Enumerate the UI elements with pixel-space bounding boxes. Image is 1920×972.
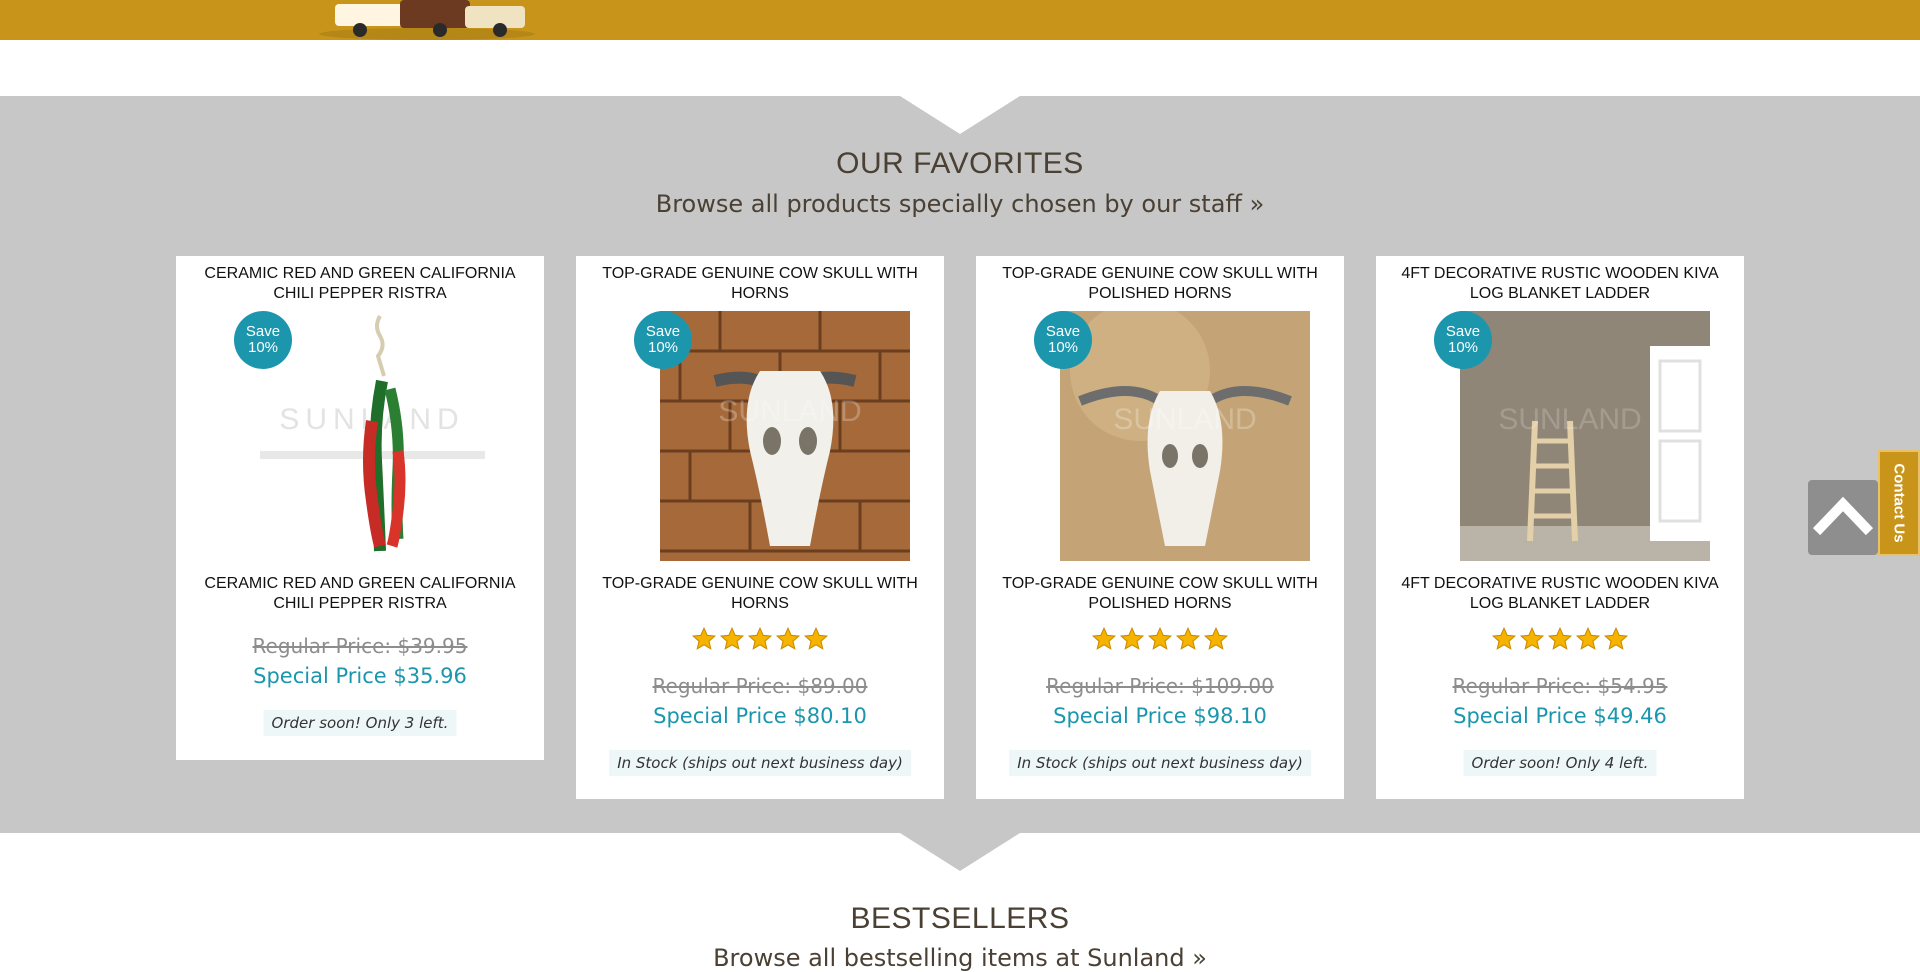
star-icon	[691, 626, 717, 650]
header-bar	[0, 0, 1920, 40]
star-icon	[1547, 626, 1573, 650]
star-icon	[747, 626, 773, 650]
star-icon	[1119, 626, 1145, 650]
product-card[interactable]: TOP-GRADE GENUINE COW SKULL WITH POLISHE…	[976, 256, 1344, 799]
special-price: Special Price $49.46	[1453, 704, 1667, 728]
section-notch	[900, 833, 1020, 871]
product-image[interactable]: SUNLAND	[260, 311, 510, 561]
regular-price: Regular Price: $109.00	[1046, 674, 1274, 698]
badge-label: Save	[1045, 323, 1081, 340]
product-card[interactable]: CERAMIC RED AND GREEN CALIFORNIA CHILI P…	[176, 256, 544, 760]
bestsellers-browse-link[interactable]: Browse all bestselling items at Sunland …	[0, 944, 1920, 972]
star-icon	[775, 626, 801, 650]
product-card[interactable]: TOP-GRADE GENUINE COW SKULL WITH HORNS S…	[576, 256, 944, 799]
regular-price: Regular Price: $39.95	[252, 634, 468, 658]
badge-percent: 10%	[647, 339, 679, 356]
contact-us-tab[interactable]: Contact Us	[1878, 450, 1920, 556]
save-badge: Save 10%	[1034, 311, 1092, 369]
scroll-to-top-button[interactable]	[1808, 480, 1878, 555]
badge-percent: 10%	[1447, 339, 1479, 356]
regular-price: Regular Price: $54.95	[1452, 674, 1668, 698]
special-price: Special Price $80.10	[653, 704, 867, 728]
product-title-link[interactable]: TOP-GRADE GENUINE COW SKULL WITH POLISHE…	[990, 264, 1330, 304]
contact-us-label: Contact Us	[1890, 463, 1908, 543]
favorites-title: OUR FAVORITES	[836, 147, 1084, 180]
chevron-up-icon	[1812, 496, 1874, 536]
product-name[interactable]: 4FT DECORATIVE RUSTIC WOODEN KIVA LOG BL…	[1390, 574, 1730, 614]
rating-stars	[1376, 626, 1744, 656]
special-price: Special Price $35.96	[253, 664, 467, 688]
product-title-link[interactable]: CERAMIC RED AND GREEN CALIFORNIA CHILI P…	[190, 264, 530, 304]
star-icon	[719, 626, 745, 650]
stock-status: In Stock (ships out next business day)	[609, 750, 911, 776]
favorites-browse-link[interactable]: Browse all products specially chosen by …	[0, 190, 1920, 218]
stock-status: In Stock (ships out next business day)	[1009, 750, 1311, 776]
badge-label: Save	[645, 323, 681, 340]
save-badge: Save 10%	[234, 311, 292, 369]
star-icon	[1203, 626, 1229, 650]
regular-price: Regular Price: $89.00	[652, 674, 868, 698]
stock-status: Order soon! Only 3 left.	[263, 710, 457, 736]
product-title-link[interactable]: 4FT DECORATIVE RUSTIC WOODEN KIVA LOG BL…	[1390, 264, 1730, 304]
save-badge: Save 10%	[634, 311, 692, 369]
product-card[interactable]: 4FT DECORATIVE RUSTIC WOODEN KIVA LOG BL…	[1376, 256, 1744, 799]
star-icon	[1091, 626, 1117, 650]
bestsellers-title: BESTSELLERS	[850, 902, 1070, 935]
watermark-text: SUNLAND	[718, 395, 861, 428]
star-icon	[1575, 626, 1601, 650]
save-badge: Save 10%	[1434, 311, 1492, 369]
product-title-link[interactable]: TOP-GRADE GENUINE COW SKULL WITH HORNS	[590, 264, 930, 304]
badge-label: Save	[1445, 323, 1481, 340]
star-icon	[803, 626, 829, 650]
product-image[interactable]: SUNLAND	[1460, 311, 1710, 561]
product-name[interactable]: TOP-GRADE GENUINE COW SKULL WITH POLISHE…	[990, 574, 1330, 614]
product-image[interactable]: SUNLAND	[1060, 311, 1310, 561]
watermark-text: SUNLAND	[1498, 403, 1641, 436]
badge-label: Save	[245, 323, 281, 340]
special-price: Special Price $98.10	[1053, 704, 1267, 728]
section-notch	[900, 96, 1020, 134]
watermark-text: SUNLAND	[1113, 403, 1256, 436]
star-icon	[1175, 626, 1201, 650]
star-icon	[1491, 626, 1517, 650]
stock-status: Order soon! Only 4 left.	[1463, 750, 1657, 776]
rating-stars	[976, 626, 1344, 656]
star-icon	[1147, 626, 1173, 650]
star-icon	[1603, 626, 1629, 650]
rating-stars	[576, 626, 944, 656]
star-icon	[1519, 626, 1545, 650]
product-name[interactable]: TOP-GRADE GENUINE COW SKULL WITH HORNS	[590, 574, 930, 614]
product-image[interactable]: SUNLAND	[660, 311, 910, 561]
badge-percent: 10%	[247, 339, 279, 356]
truck-logo-image	[319, 0, 535, 40]
product-name[interactable]: CERAMIC RED AND GREEN CALIFORNIA CHILI P…	[190, 574, 530, 614]
badge-percent: 10%	[1047, 339, 1079, 356]
